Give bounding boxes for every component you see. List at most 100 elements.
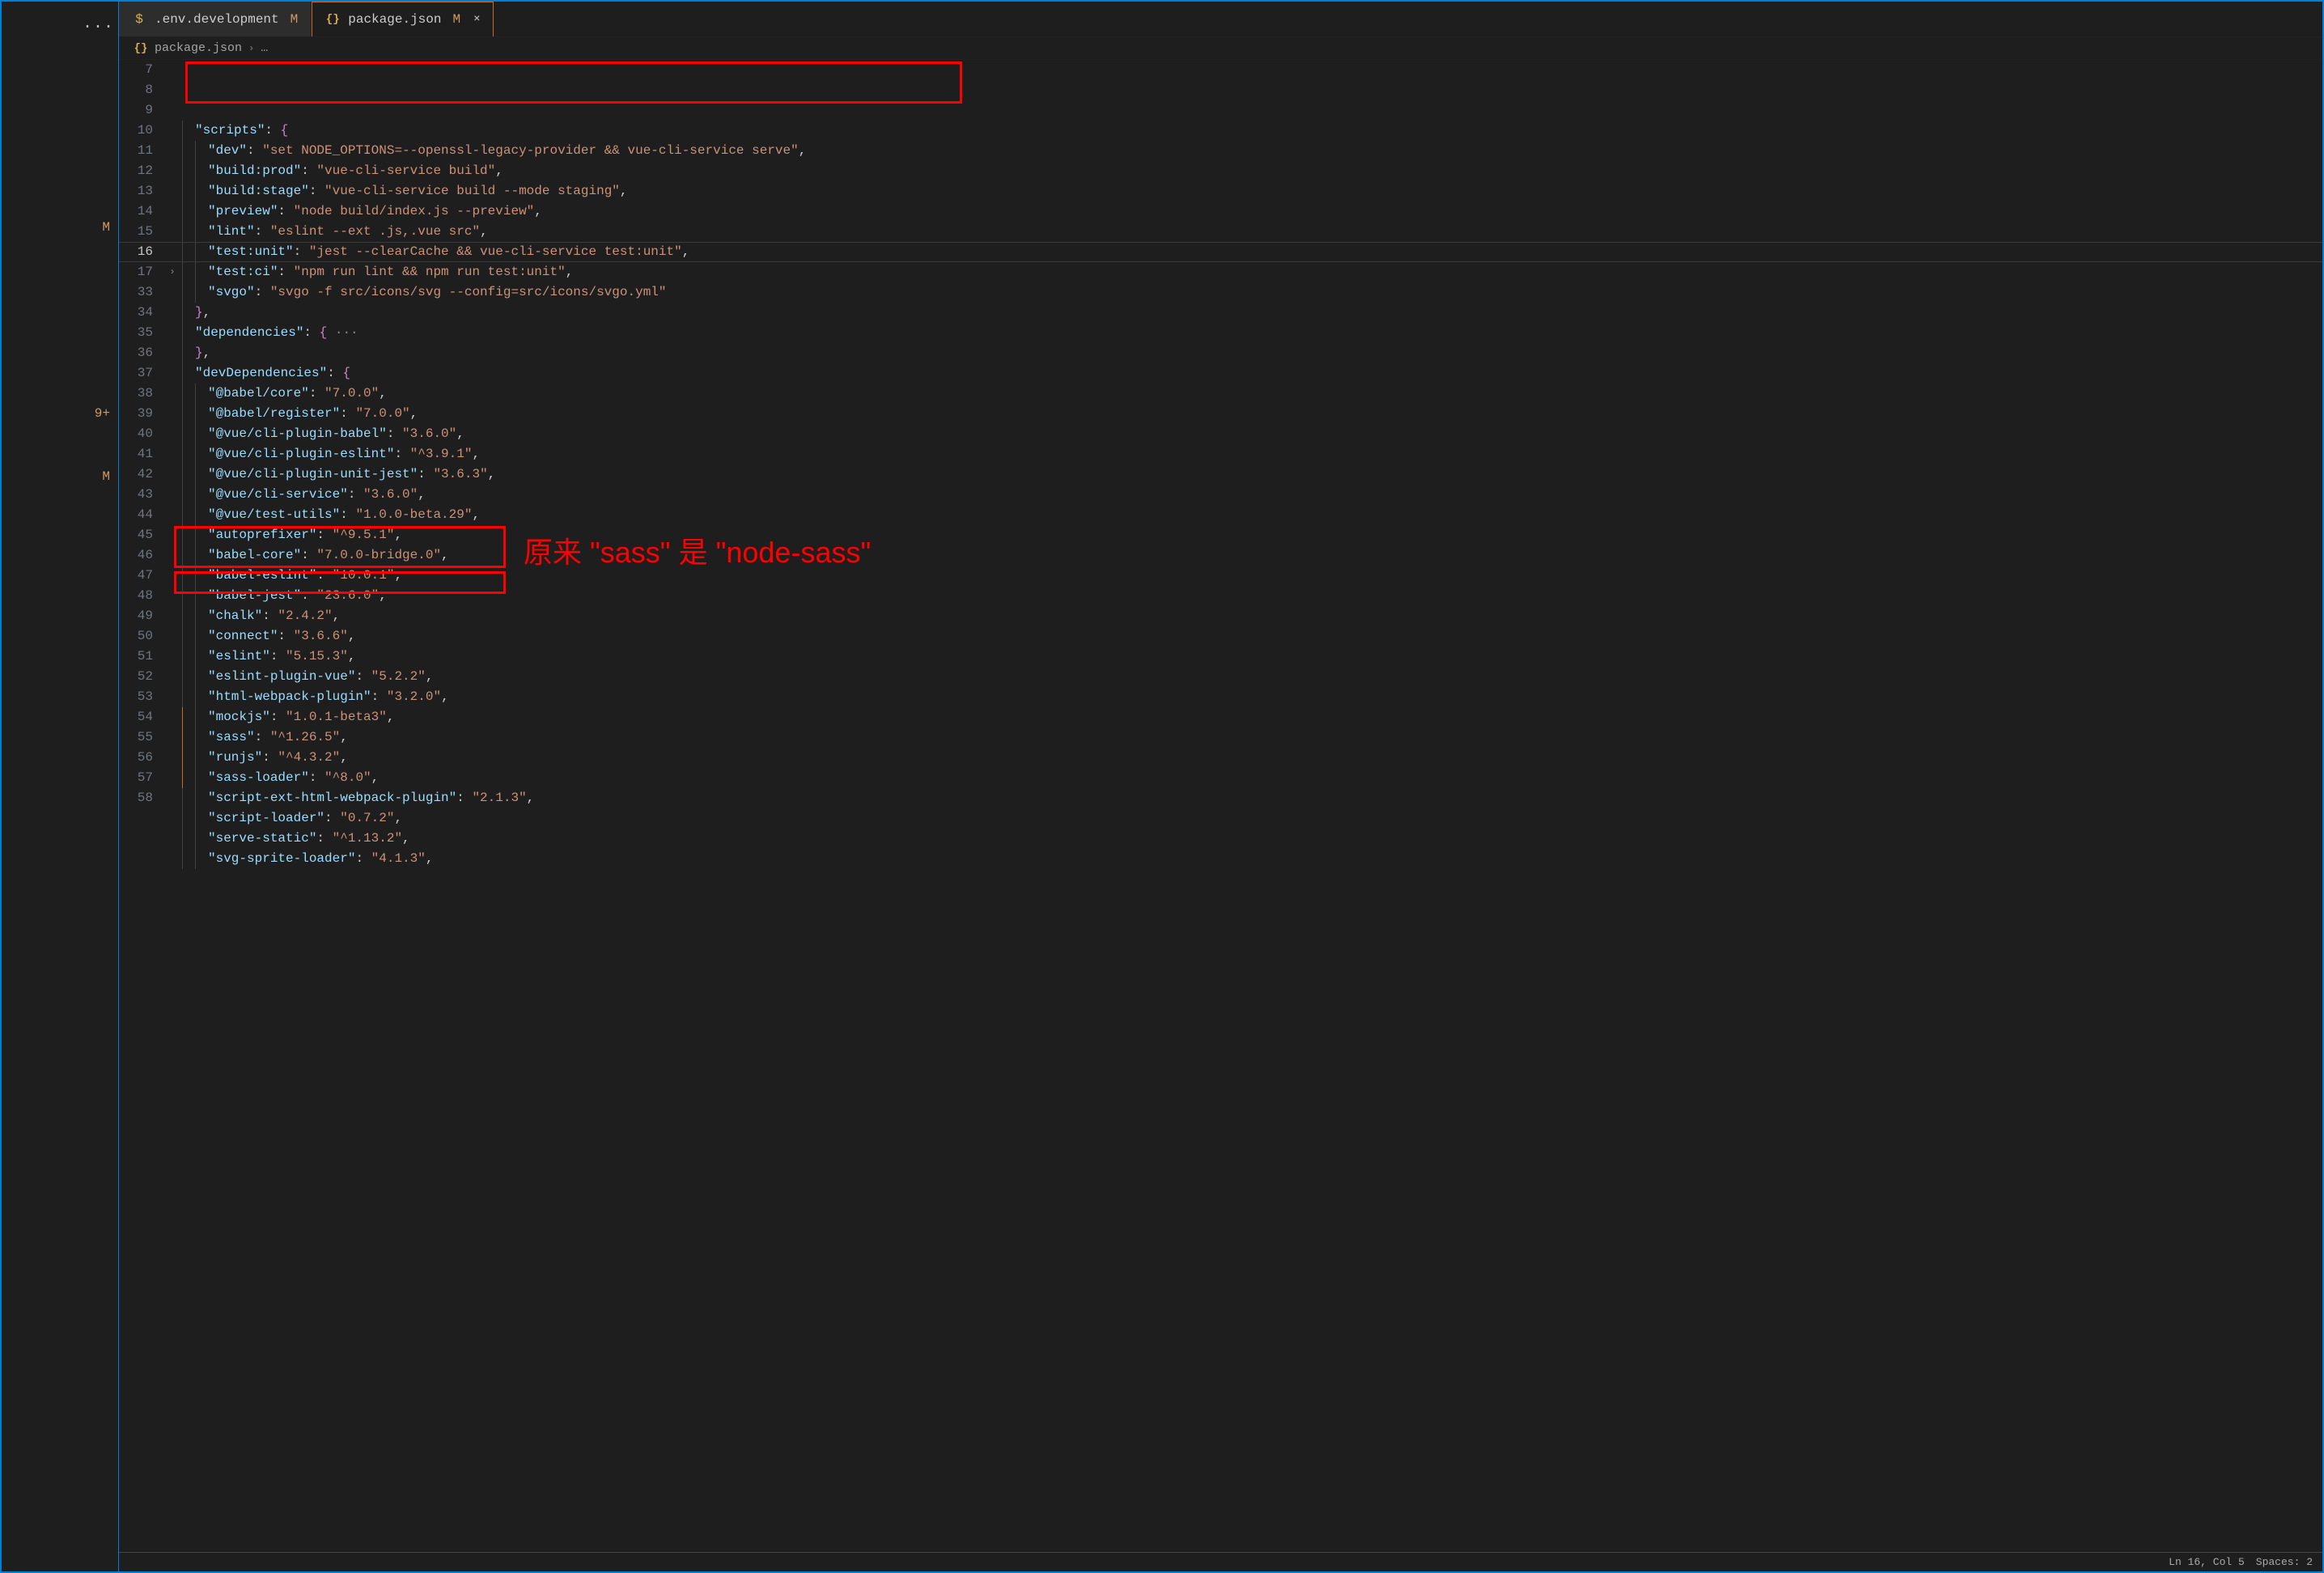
code-line[interactable]: "dependencies": { ··· — [182, 323, 2322, 343]
status-cursor-position[interactable]: Ln 16, Col 5 — [2169, 1556, 2245, 1568]
line-number[interactable]: 10 — [119, 121, 153, 141]
fold-toggle[interactable] — [166, 242, 179, 262]
fold-toggle[interactable] — [166, 748, 179, 768]
fold-toggle[interactable] — [166, 626, 179, 647]
line-number[interactable]: 13 — [119, 181, 153, 201]
fold-toggle[interactable] — [166, 667, 179, 687]
line-number[interactable]: 9 — [119, 100, 153, 121]
line-number[interactable]: 36 — [119, 343, 153, 363]
code-line[interactable]: "@vue/cli-plugin-unit-jest": "3.6.3", — [182, 464, 2322, 485]
code-line[interactable]: "test:ci": "npm run lint && npm run test… — [182, 262, 2322, 282]
line-number[interactable]: 45 — [119, 525, 153, 545]
line-number[interactable]: 51 — [119, 647, 153, 667]
tab-env-development[interactable]: $ .env.development M — [119, 2, 312, 36]
code-line[interactable]: "sass-loader": "^8.0", — [182, 768, 2322, 788]
line-number[interactable]: 11 — [119, 141, 153, 161]
code-line[interactable]: "chalk": "2.4.2", — [182, 606, 2322, 626]
line-number[interactable]: 58 — [119, 788, 153, 808]
line-number[interactable]: 40 — [119, 424, 153, 444]
fold-toggle[interactable] — [166, 80, 179, 100]
code-line[interactable]: "@vue/cli-service": "3.6.0", — [182, 485, 2322, 505]
fold-toggle[interactable] — [166, 141, 179, 161]
fold-toggle[interactable] — [166, 687, 179, 707]
code-line[interactable]: "preview": "node build/index.js --previe… — [182, 201, 2322, 222]
line-number[interactable]: 37 — [119, 363, 153, 384]
fold-toggle[interactable]: › — [166, 262, 179, 282]
code-line[interactable]: "build:prod": "vue-cli-service build", — [182, 161, 2322, 181]
code-line[interactable]: "svgo": "svgo -f src/icons/svg --config=… — [182, 282, 2322, 303]
fold-toggle[interactable] — [166, 606, 179, 626]
code-line[interactable]: }, — [182, 343, 2322, 363]
line-number[interactable]: 39 — [119, 404, 153, 424]
status-indentation[interactable]: Spaces: 2 — [2256, 1556, 2313, 1568]
line-number[interactable]: 12 — [119, 161, 153, 181]
code-line[interactable]: "eslint": "5.15.3", — [182, 647, 2322, 667]
code-line[interactable]: "script-ext-html-webpack-plugin": "2.1.3… — [182, 788, 2322, 808]
code-line[interactable]: "build:stage": "vue-cli-service build --… — [182, 181, 2322, 201]
fold-toggle[interactable] — [166, 505, 179, 525]
code-line[interactable]: "test:unit": "jest --clearCache && vue-c… — [182, 242, 2322, 262]
line-number[interactable]: 43 — [119, 485, 153, 505]
fold-toggle[interactable] — [166, 404, 179, 424]
line-number[interactable]: 49 — [119, 606, 153, 626]
fold-toggle[interactable] — [166, 161, 179, 181]
line-number[interactable]: 15 — [119, 222, 153, 242]
code-line[interactable]: "scripts": { — [182, 121, 2322, 141]
fold-toggle[interactable] — [166, 444, 179, 464]
code-line[interactable]: "runjs": "^4.3.2", — [182, 748, 2322, 768]
line-number[interactable]: 33 — [119, 282, 153, 303]
fold-toggle[interactable] — [166, 707, 179, 727]
line-number[interactable]: 53 — [119, 687, 153, 707]
code-area[interactable]: "scripts": {"dev": "set NODE_OPTIONS=--o… — [179, 60, 2322, 1552]
more-icon[interactable]: ··· — [83, 18, 114, 36]
code-line[interactable]: "html-webpack-plugin": "3.2.0", — [182, 687, 2322, 707]
code-line[interactable]: "serve-static": "^1.13.2", — [182, 829, 2322, 849]
fold-toggle[interactable] — [166, 464, 179, 485]
line-number[interactable]: 57 — [119, 768, 153, 788]
code-line[interactable]: "mockjs": "1.0.1-beta3", — [182, 707, 2322, 727]
fold-toggle[interactable] — [166, 60, 179, 80]
code-line[interactable]: "script-loader": "0.7.2", — [182, 808, 2322, 829]
fold-toggle[interactable] — [166, 485, 179, 505]
code-line[interactable]: "babel-core": "7.0.0-bridge.0", — [182, 545, 2322, 566]
line-number[interactable]: 17 — [119, 262, 153, 282]
breadcrumb-file[interactable]: package.json — [155, 41, 242, 55]
code-line[interactable]: "@vue/test-utils": "1.0.0-beta.29", — [182, 505, 2322, 525]
line-number[interactable]: 16 — [119, 242, 153, 262]
line-number[interactable]: 7 — [119, 60, 153, 80]
line-number[interactable]: 42 — [119, 464, 153, 485]
line-number[interactable]: 47 — [119, 566, 153, 586]
code-line[interactable]: "@vue/cli-plugin-eslint": "^3.9.1", — [182, 444, 2322, 464]
fold-toggle[interactable] — [166, 384, 179, 404]
fold-toggle[interactable] — [166, 303, 179, 323]
code-line[interactable]: }, — [182, 303, 2322, 323]
line-number[interactable]: 50 — [119, 626, 153, 647]
fold-toggle[interactable] — [166, 545, 179, 566]
fold-column[interactable]: › — [166, 60, 179, 1552]
code-line[interactable]: "dev": "set NODE_OPTIONS=--openssl-legac… — [182, 141, 2322, 161]
code-line[interactable]: "autoprefixer": "^9.5.1", — [182, 525, 2322, 545]
code-line[interactable]: "babel-eslint": "10.0.1", — [182, 566, 2322, 586]
breadcrumb-more[interactable]: … — [261, 41, 268, 55]
fold-toggle[interactable] — [166, 586, 179, 606]
code-line[interactable]: "connect": "3.6.6", — [182, 626, 2322, 647]
line-number[interactable]: 56 — [119, 748, 153, 768]
explorer-sidebar[interactable]: ··· M 9+ M — [2, 2, 119, 1571]
code-line[interactable]: "eslint-plugin-vue": "5.2.2", — [182, 667, 2322, 687]
line-number[interactable]: 35 — [119, 323, 153, 343]
fold-toggle[interactable] — [166, 323, 179, 343]
fold-toggle[interactable] — [166, 100, 179, 121]
line-number[interactable]: 34 — [119, 303, 153, 323]
code-line[interactable]: "babel-jest": "23.6.0", — [182, 586, 2322, 606]
fold-toggle[interactable] — [166, 282, 179, 303]
line-number[interactable]: 14 — [119, 201, 153, 222]
fold-toggle[interactable] — [166, 343, 179, 363]
code-line[interactable]: "devDependencies": { — [182, 363, 2322, 384]
fold-toggle[interactable] — [166, 222, 179, 242]
close-icon[interactable]: × — [473, 13, 480, 26]
editor[interactable]: 7891011121314151617333435363738394041424… — [119, 60, 2322, 1552]
fold-toggle[interactable] — [166, 181, 179, 201]
fold-toggle[interactable] — [166, 525, 179, 545]
line-number[interactable]: 55 — [119, 727, 153, 748]
line-number[interactable]: 38 — [119, 384, 153, 404]
